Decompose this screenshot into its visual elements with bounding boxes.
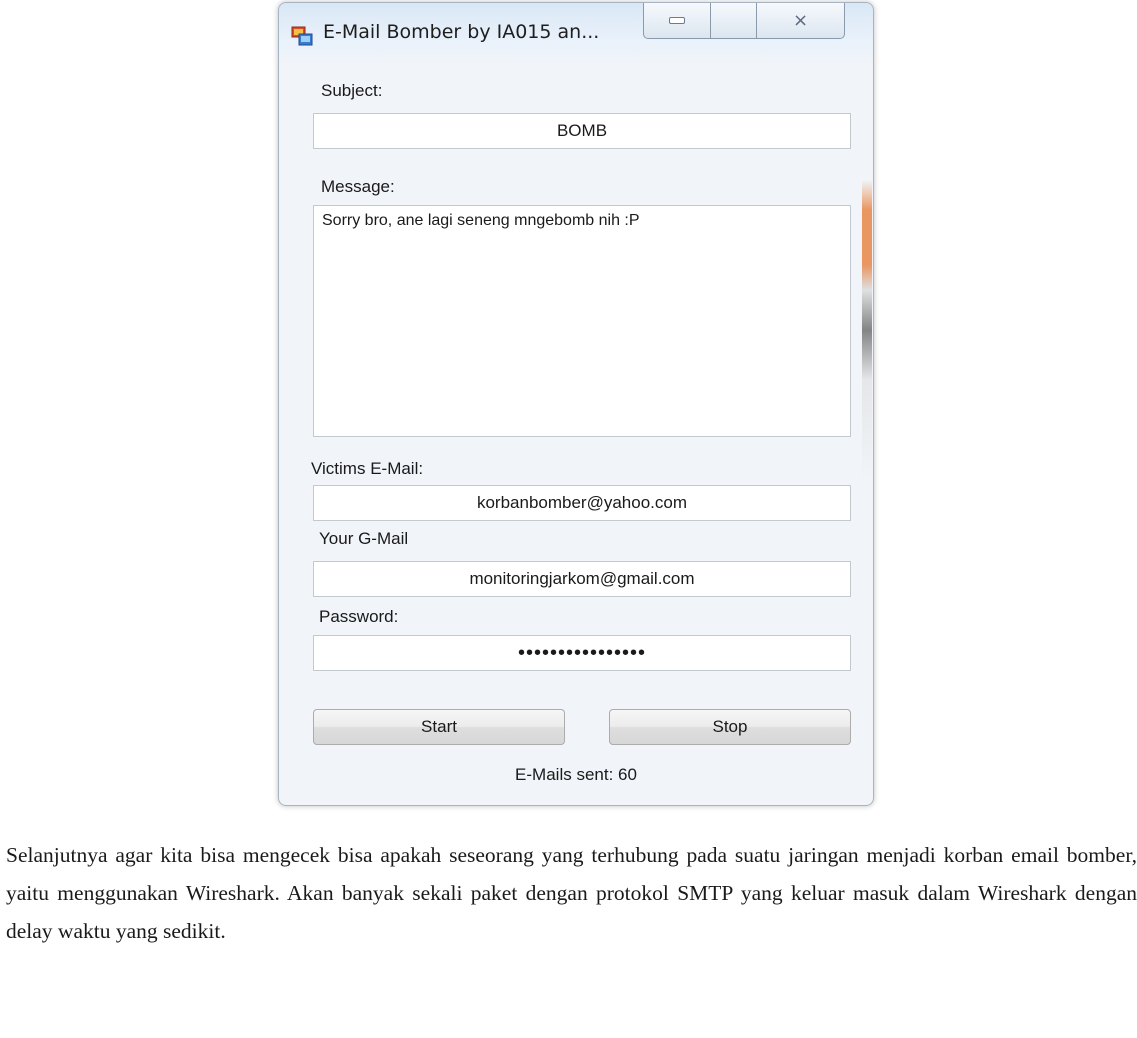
- gmail-label: Your G-Mail: [319, 529, 409, 548]
- password-input[interactable]: ••••••••••••••••: [313, 635, 851, 671]
- close-icon: ×: [792, 10, 809, 31]
- title-bar[interactable]: E-Mail Bomber by IA015 an... ×: [279, 3, 873, 63]
- message-textarea[interactable]: Sorry bro, ane lagi seneng mngebomb nih …: [313, 205, 851, 437]
- caption-buttons: ×: [643, 3, 845, 39]
- app-window-icon: [291, 26, 313, 46]
- victim-email-input[interactable]: korbanbomber@yahoo.com: [313, 485, 851, 521]
- email-bomber-window: E-Mail Bomber by IA015 an... × Subject: …: [278, 2, 874, 806]
- minimize-icon: [669, 17, 685, 24]
- gmail-input[interactable]: monitoringjarkom@gmail.com: [313, 561, 851, 597]
- article-paragraph: Selanjutnya agar kita bisa mengecek bisa…: [6, 843, 1137, 943]
- subject-input[interactable]: BOMB: [313, 113, 851, 149]
- message-label: Message:: [321, 177, 395, 196]
- form-area: Subject: BOMB Message: Sorry bro, ane la…: [279, 63, 873, 805]
- window-title: E-Mail Bomber by IA015 an...: [323, 21, 600, 43]
- emails-sent-status: E-Mails sent: 60: [515, 765, 637, 784]
- subject-label: Subject:: [321, 81, 383, 100]
- victim-email-label: Victims E-Mail:: [311, 459, 424, 478]
- minimize-button[interactable]: [643, 3, 711, 39]
- password-label: Password:: [319, 607, 399, 626]
- maximize-button[interactable]: [711, 3, 757, 39]
- background-window-edge: [862, 180, 872, 480]
- stop-button[interactable]: Stop: [609, 709, 851, 745]
- close-button[interactable]: ×: [757, 3, 845, 39]
- start-button[interactable]: Start: [313, 709, 565, 745]
